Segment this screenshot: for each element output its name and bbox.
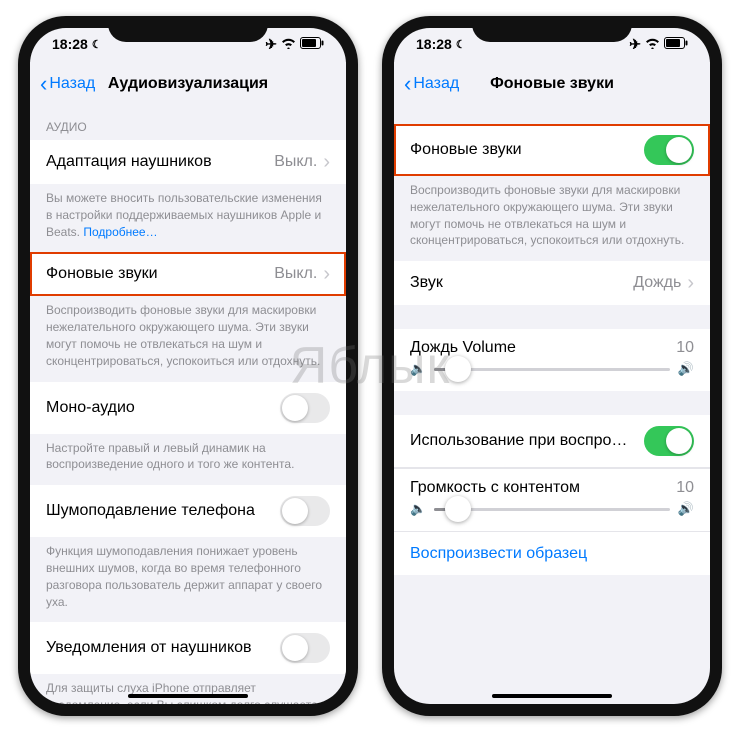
volume-value: 10	[676, 339, 694, 357]
battery-icon	[664, 36, 688, 52]
row-noise-cancellation[interactable]: Шумоподавление телефона	[30, 485, 346, 537]
footer-headphones: Вы можете вносить пользовательские измен…	[30, 184, 346, 252]
airplane-icon: ✈	[265, 36, 277, 53]
toggle-playback[interactable]	[644, 426, 694, 456]
nav-bar: ‹ Назад Аудиовизуализация	[30, 62, 346, 106]
phone-right: 18:28 ☾ ✈ ‹ Назад	[382, 16, 722, 716]
content-vol-value: 10	[676, 479, 694, 497]
notch	[472, 16, 632, 42]
nav-bar: ‹ Назад Фоновые звуки	[394, 62, 710, 106]
chevron-right-icon: ›	[323, 264, 330, 284]
footer-bg: Воспроизводить фоновые звуки для маскиро…	[394, 176, 710, 261]
row-headphone-notifications[interactable]: Уведомления от наушников	[30, 622, 346, 674]
speaker-high-icon: 🔊	[678, 501, 694, 517]
notch	[108, 16, 268, 42]
back-button[interactable]: ‹ Назад	[404, 71, 459, 97]
content-vol-label: Громкость с контентом	[410, 479, 580, 497]
airplane-icon: ✈	[629, 36, 641, 53]
row-mono-audio[interactable]: Моно-аудио	[30, 382, 346, 434]
row-sound[interactable]: Звук Дождь ›	[394, 261, 710, 305]
status-time: 18:28	[416, 36, 452, 52]
toggle-mono[interactable]	[280, 393, 330, 423]
cell-value: Выкл.	[274, 153, 317, 171]
cell-label: Шумоподавление телефона	[46, 502, 255, 520]
cell-label: Фоновые звуки	[410, 141, 522, 159]
back-label: Назад	[413, 75, 459, 93]
page-title: Фоновые звуки	[490, 75, 614, 93]
back-button[interactable]: ‹ Назад	[40, 71, 95, 97]
back-label: Назад	[49, 75, 95, 93]
cell-label: Звук	[410, 274, 443, 292]
footer-noise: Функция шумоподавления понижает уровень …	[30, 537, 346, 622]
row-content-volume: Громкость с контентом 10 🔈 🔊	[394, 468, 710, 531]
cell-value: Выкл.	[274, 265, 317, 283]
play-sample-label: Воспроизвести образец	[410, 545, 587, 563]
do-not-disturb-icon: ☾	[456, 38, 466, 51]
cell-label: Фоновые звуки	[46, 265, 158, 283]
cell-label: Моно-аудио	[46, 399, 135, 417]
speaker-low-icon: 🔈	[410, 501, 426, 517]
volume-label: Дождь Volume	[410, 339, 516, 357]
volume-slider[interactable]	[434, 368, 670, 371]
speaker-high-icon: 🔊	[678, 361, 694, 377]
cell-label: Уведомления от наушников	[46, 639, 252, 657]
footer-mono: Настройте правый и левый динамик на восп…	[30, 434, 346, 486]
page-title: Аудиовизуализация	[108, 75, 268, 93]
row-use-when-playing[interactable]: Использование при воспроизве…	[394, 415, 710, 468]
footer-background: Воспроизводить фоновые звуки для маскиро…	[30, 296, 346, 381]
toggle-background-sounds[interactable]	[644, 135, 694, 165]
row-background-sounds-toggle[interactable]: Фоновые звуки	[394, 124, 710, 176]
do-not-disturb-icon: ☾	[92, 38, 102, 51]
row-play-sample[interactable]: Воспроизвести образец	[394, 531, 710, 575]
home-indicator[interactable]	[492, 694, 612, 698]
wifi-icon	[281, 36, 296, 52]
chevron-right-icon: ›	[687, 273, 694, 293]
wifi-icon	[645, 36, 660, 52]
toggle-notif[interactable]	[280, 633, 330, 663]
phone-left: 18:28 ☾ ✈ ‹ Назад	[18, 16, 358, 716]
speaker-low-icon: 🔈	[410, 361, 426, 377]
cell-label: Адаптация наушников	[46, 153, 212, 171]
status-time: 18:28	[52, 36, 88, 52]
cell-value: Дождь	[633, 274, 681, 292]
toggle-noise[interactable]	[280, 496, 330, 526]
chevron-right-icon: ›	[323, 152, 330, 172]
learn-more-link[interactable]: Подробнее…	[83, 225, 157, 239]
row-background-sounds[interactable]: Фоновые звуки Выкл. ›	[30, 252, 346, 296]
chevron-left-icon: ‹	[40, 71, 47, 97]
footer-notif: Для защиты слуха iPhone отправляет уведо…	[30, 674, 346, 704]
home-indicator[interactable]	[128, 694, 248, 698]
content-volume-slider[interactable]	[434, 508, 670, 511]
section-header-audio: АУДИО	[30, 106, 346, 140]
cell-label: Использование при воспроизве…	[410, 432, 630, 450]
row-headphone-adaptation[interactable]: Адаптация наушников Выкл. ›	[30, 140, 346, 184]
battery-icon	[300, 36, 324, 52]
chevron-left-icon: ‹	[404, 71, 411, 97]
row-volume: Дождь Volume 10 🔈 🔊	[394, 329, 710, 391]
